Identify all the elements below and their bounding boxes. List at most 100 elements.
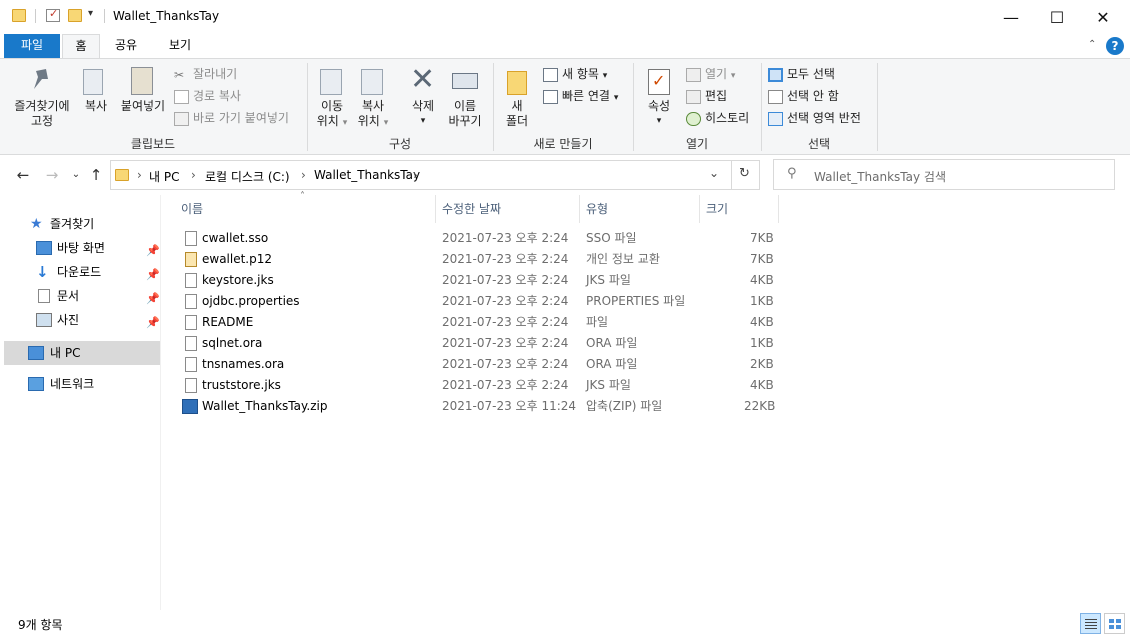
new-folder-icon[interactable] bbox=[68, 9, 82, 22]
search-input[interactable]: ⚲ Wallet_ThanksTay 검색 bbox=[773, 159, 1115, 190]
file-type: JKS 파일 bbox=[586, 273, 631, 287]
rename-label: 이름 bbox=[453, 99, 477, 113]
file-row[interactable]: cwallet.sso 2021-07-23 오후 2:24 SSO 파일 7K… bbox=[180, 228, 780, 249]
open-group-title: 열기 bbox=[685, 137, 709, 151]
column-header-date[interactable]: 수정한 날짜 bbox=[442, 195, 501, 223]
details-view-icon[interactable] bbox=[1080, 613, 1101, 634]
file-row[interactable]: keystore.jks 2021-07-23 오후 2:24 JKS 파일 4… bbox=[180, 270, 780, 291]
edit-button[interactable]: 편집 bbox=[686, 87, 727, 104]
new-folder-button[interactable]: 새 폴더 bbox=[498, 63, 536, 133]
file-row[interactable]: truststore.jks 2021-07-23 오후 2:24 JKS 파일… bbox=[180, 375, 780, 396]
tab-share[interactable]: 공유 bbox=[106, 34, 146, 58]
nav-network[interactable]: 네트워크 bbox=[0, 372, 160, 396]
forward-arrow-icon[interactable]: → bbox=[42, 165, 62, 185]
chevron-down-icon: ▾ bbox=[730, 71, 736, 81]
copy-button[interactable]: 복사 bbox=[78, 63, 114, 133]
chevron-down-icon[interactable]: ⌄ bbox=[709, 166, 719, 180]
status-bar: 9개 항목 bbox=[0, 610, 1130, 637]
recent-locations-icon[interactable]: ⌄ bbox=[66, 165, 86, 185]
minimize-button[interactable]: — bbox=[988, 0, 1034, 34]
pictures-icon bbox=[36, 313, 52, 327]
column-header-name[interactable]: 이름 bbox=[181, 195, 203, 223]
invert-selection-button[interactable]: 선택 영역 반전 bbox=[768, 109, 861, 126]
copy-to-button[interactable]: 복사 위치 ▾ bbox=[352, 63, 394, 133]
tab-file[interactable]: 파일 bbox=[4, 34, 60, 58]
column-header-size[interactable]: 크기 bbox=[706, 195, 728, 223]
pin-to-quick-access-button[interactable]: 즐겨찾기에 고정 bbox=[6, 63, 78, 133]
copy-path-icon bbox=[174, 89, 189, 104]
pane-divider[interactable] bbox=[160, 195, 161, 610]
close-button[interactable]: ✕ bbox=[1080, 0, 1126, 34]
tab-home[interactable]: 홈 bbox=[62, 34, 100, 58]
file-row[interactable]: README 2021-07-23 오후 2:24 파일 4KB bbox=[180, 312, 780, 333]
properties-icon[interactable]: ✓ bbox=[46, 7, 60, 22]
paste-shortcut-button[interactable]: 바로 가기 붙여넣기 bbox=[174, 109, 289, 126]
delete-x-icon: ✕ bbox=[410, 62, 436, 97]
new-folder-label: 새 bbox=[511, 99, 523, 113]
rename-icon bbox=[452, 73, 478, 89]
up-arrow-icon[interactable]: ↑ bbox=[86, 165, 106, 185]
nav-item-downloads[interactable]: ↓ 다운로드 📌 bbox=[0, 260, 160, 284]
rename-button[interactable]: 이름 바꾸기 bbox=[444, 63, 486, 133]
help-icon[interactable]: ? bbox=[1106, 37, 1124, 55]
properties-check-icon: ✓ bbox=[648, 69, 670, 95]
open-button[interactable]: 열기 ▾ bbox=[686, 65, 735, 82]
open-icon bbox=[686, 67, 701, 82]
file-row[interactable]: tnsnames.ora 2021-07-23 오후 2:24 ORA 파일 2… bbox=[180, 354, 780, 375]
select-none-icon bbox=[768, 89, 783, 104]
column-separator[interactable] bbox=[699, 195, 700, 223]
file-date: 2021-07-23 오후 2:24 bbox=[442, 336, 569, 350]
file-name: ewallet.p12 bbox=[202, 252, 273, 266]
breadcrumb-this-pc[interactable]: 내 PC bbox=[149, 168, 179, 185]
move-to-button[interactable]: 이동 위치 ▾ bbox=[312, 63, 352, 133]
maximize-button[interactable]: ☐ bbox=[1034, 0, 1080, 34]
file-name: tnsnames.ora bbox=[202, 357, 285, 371]
nav-item-downloads-label: 다운로드 bbox=[57, 265, 102, 279]
file-row[interactable]: Wallet_ThanksTay.zip 2021-07-23 오후 11:24… bbox=[180, 396, 780, 417]
nav-this-pc[interactable]: 내 PC bbox=[4, 341, 160, 365]
column-header-type[interactable]: 유형 bbox=[586, 195, 608, 223]
address-bar[interactable]: › 내 PC › 로컬 디스크 (C:) › Wallet_ThanksTay … bbox=[110, 160, 760, 190]
tab-view[interactable]: 보기 bbox=[158, 34, 202, 58]
select-none-button[interactable]: 선택 안 함 bbox=[768, 87, 839, 104]
breadcrumb-local-disk[interactable]: 로컬 디스크 (C:) bbox=[205, 168, 290, 185]
select-all-button[interactable]: 모두 선택 bbox=[768, 65, 835, 82]
back-arrow-icon[interactable]: ← bbox=[13, 165, 33, 185]
easy-access-button[interactable]: 빠른 연결 ▾ bbox=[543, 87, 618, 104]
column-separator[interactable] bbox=[579, 195, 580, 223]
refresh-icon[interactable]: ↻ bbox=[739, 166, 750, 181]
nav-item-desktop[interactable]: 바탕 화면 📌 bbox=[0, 236, 160, 260]
documents-icon bbox=[38, 289, 50, 303]
column-separator[interactable] bbox=[778, 195, 779, 223]
file-size: 22KB bbox=[744, 399, 776, 413]
nav-item-pictures-label: 사진 bbox=[57, 313, 80, 327]
column-separator[interactable] bbox=[435, 195, 436, 223]
separator bbox=[731, 161, 732, 189]
nav-item-documents[interactable]: 문서 📌 bbox=[0, 284, 160, 308]
delete-button[interactable]: ✕ 삭제 ▾ bbox=[402, 63, 444, 133]
edit-icon bbox=[686, 89, 701, 104]
nav-item-pictures[interactable]: 사진 📌 bbox=[0, 308, 160, 332]
chevron-down-icon: ▾ bbox=[656, 116, 662, 126]
quick-access-dropdown-icon[interactable]: ▾ bbox=[88, 8, 93, 19]
copy-to-icon bbox=[361, 69, 383, 95]
large-icons-view-icon[interactable] bbox=[1104, 613, 1125, 634]
paste-button[interactable]: 붙여넣기 bbox=[118, 63, 168, 133]
file-row[interactable]: ojdbc.properties 2021-07-23 오후 2:24 PROP… bbox=[180, 291, 780, 312]
properties-button[interactable]: ✓ 속성 ▾ bbox=[638, 63, 680, 133]
copy-to-label-2-text: 위치 bbox=[357, 114, 380, 128]
new-item-button[interactable]: 새 항목 ▾ bbox=[543, 65, 607, 82]
pin-icon[interactable]: 📌 bbox=[146, 311, 160, 335]
nav-quick-access[interactable]: ★ 즐겨찾기 bbox=[0, 212, 160, 236]
file-size: 1KB bbox=[750, 294, 774, 308]
copy-path-button[interactable]: 경로 복사 bbox=[174, 87, 241, 104]
file-date: 2021-07-23 오후 2:24 bbox=[442, 357, 569, 371]
edit-label: 편집 bbox=[705, 89, 728, 103]
file-icon bbox=[185, 231, 197, 246]
breadcrumb-folder[interactable]: Wallet_ThanksTay bbox=[314, 168, 420, 182]
history-button[interactable]: 히스토리 bbox=[686, 109, 749, 126]
cut-button[interactable]: ✂ 잘라내기 bbox=[174, 65, 237, 82]
collapse-ribbon-icon[interactable]: ⌃ bbox=[1088, 39, 1096, 50]
file-row[interactable]: sqlnet.ora 2021-07-23 오후 2:24 ORA 파일 1KB bbox=[180, 333, 780, 354]
file-row[interactable]: ewallet.p12 2021-07-23 오후 2:24 개인 정보 교환 … bbox=[180, 249, 780, 270]
